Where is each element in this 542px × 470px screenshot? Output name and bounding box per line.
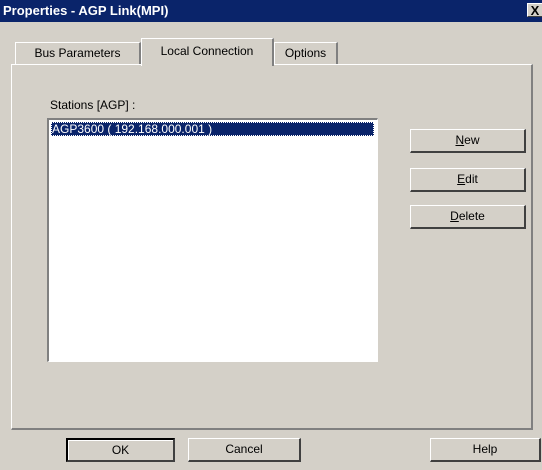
stations-label: Stations [AGP] : <box>50 98 136 112</box>
ok-button[interactable]: OK <box>66 438 175 462</box>
edit-mnemonic: E <box>457 172 466 186</box>
new-mnemonic: N <box>455 133 465 147</box>
stations-listbox[interactable]: AGP3600 ( 192.168.000.001 ) <box>47 118 378 362</box>
close-icon: X <box>530 3 540 18</box>
edit-label-rest: dit <box>465 172 478 186</box>
cancel-button[interactable]: Cancel <box>188 438 301 462</box>
edit-button[interactable]: Edit <box>410 168 526 192</box>
delete-label-rest: elete <box>458 209 485 223</box>
title-bar: Properties - AGP Link(MPI) X <box>0 0 542 22</box>
help-button[interactable]: Help <box>430 438 541 462</box>
list-item[interactable]: AGP3600 ( 192.168.000.001 ) <box>51 122 374 136</box>
delete-mnemonic: D <box>450 209 459 223</box>
close-button[interactable]: X <box>527 3 542 18</box>
tab-options[interactable]: Options <box>274 42 338 64</box>
tab-local-connection[interactable]: Local Connection <box>141 38 274 66</box>
tab-bus-parameters[interactable]: Bus Parameters <box>15 42 141 64</box>
new-button[interactable]: New <box>410 129 526 153</box>
delete-button[interactable]: Delete <box>410 205 526 229</box>
new-label-rest: ew <box>464 133 480 147</box>
window-title: Properties - AGP Link(MPI) <box>3 3 169 18</box>
